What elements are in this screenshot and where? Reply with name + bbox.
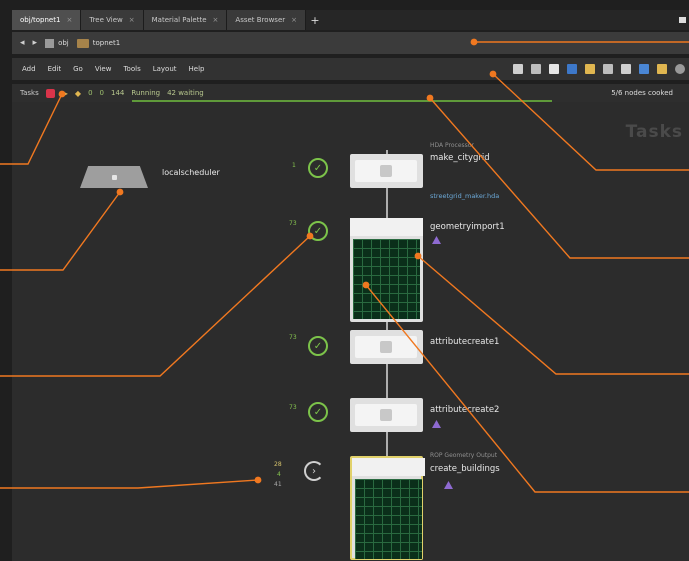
- tab-asset-browser[interactable]: Asset Browser ×: [227, 10, 307, 30]
- forward-arrow-icon[interactable]: ▸: [33, 38, 38, 48]
- count-c: 144: [111, 89, 125, 97]
- list-icon[interactable]: [531, 64, 541, 74]
- warning-icon[interactable]: [432, 236, 441, 244]
- note-icon[interactable]: [549, 64, 559, 74]
- node-name: geometryimport1: [430, 222, 505, 232]
- menu-item-view[interactable]: View: [95, 65, 112, 73]
- node-header: [350, 218, 423, 236]
- count-b: 0: [99, 89, 105, 97]
- tasks-label: Tasks: [20, 89, 39, 97]
- work-item-count: 73: [289, 334, 297, 341]
- geometry-preview: [353, 239, 420, 319]
- menu-item-go[interactable]: Go: [73, 65, 83, 73]
- tasks-bar: Tasks ▶ ◆ 0 0 144 Running 42 waiting 5/6…: [12, 84, 689, 102]
- tab-label: Asset Browser: [235, 16, 286, 24]
- scheduler-node[interactable]: [80, 166, 148, 188]
- menu-item-tools[interactable]: Tools: [123, 65, 140, 73]
- node-attributecreate1[interactable]: [350, 330, 423, 364]
- work-item-count-done: 4: [277, 471, 281, 478]
- tab-topnet[interactable]: obj/topnet1 ×: [12, 10, 82, 30]
- cook-complete-icon[interactable]: ✓: [308, 221, 328, 241]
- grid-icon[interactable]: [567, 64, 577, 74]
- scheduler-icon: [111, 174, 117, 180]
- work-item-count-waiting: 41: [274, 481, 282, 488]
- node-type-label: HDA Processor: [430, 142, 474, 149]
- tab-label: Material Palette: [151, 16, 207, 24]
- path-obj[interactable]: obj: [45, 38, 69, 48]
- pdg-network-editor: obj/topnet1 × Tree View × Material Palet…: [0, 0, 689, 561]
- node-make-citygrid[interactable]: [350, 154, 423, 188]
- tab-label: obj/topnet1: [20, 16, 61, 24]
- cook-complete-icon[interactable]: ✓: [308, 336, 328, 356]
- node-name: attributecreate2: [430, 405, 500, 415]
- cook-complete-icon[interactable]: ✓: [308, 402, 328, 422]
- dirty-button[interactable]: ◆: [75, 89, 81, 98]
- cook-output-button[interactable]: ▶: [62, 89, 68, 98]
- node-create-buildings[interactable]: [350, 456, 425, 560]
- warning-icon[interactable]: [444, 481, 453, 489]
- work-item-count: 73: [289, 404, 297, 411]
- menu-bar: Add Edit Go View Tools Layout Help: [12, 58, 689, 80]
- node-header: [352, 458, 425, 476]
- back-arrow-icon[interactable]: ◂: [20, 38, 25, 48]
- path-node-label: topnet1: [92, 39, 121, 47]
- work-item-count: 1: [292, 162, 296, 169]
- attribute-icon: [380, 409, 392, 421]
- search-icon[interactable]: [675, 64, 685, 74]
- menu-item-help[interactable]: Help: [189, 65, 205, 73]
- tab-tree-view[interactable]: Tree View ×: [81, 10, 144, 30]
- close-icon[interactable]: ×: [213, 16, 219, 24]
- image-icon[interactable]: [621, 64, 631, 74]
- node-name: create_buildings: [430, 464, 500, 474]
- node-geometryimport1[interactable]: [350, 218, 423, 322]
- tab-bar: obj/topnet1 × Tree View × Material Palet…: [12, 10, 689, 30]
- path-bar: ◂ ▸ obj topnet1: [12, 32, 689, 54]
- menu-item-add[interactable]: Add: [22, 65, 36, 73]
- close-icon[interactable]: ×: [66, 16, 72, 24]
- work-item-count: 73: [289, 220, 297, 227]
- object-icon: [45, 38, 55, 48]
- waiting-status: 42 waiting: [167, 89, 204, 97]
- hda-icon: [380, 165, 392, 177]
- network-toolbar: [513, 58, 689, 80]
- node-name: attributecreate1: [430, 337, 500, 347]
- path-topnet[interactable]: topnet1: [76, 38, 121, 48]
- tab-material-palette[interactable]: Material Palette ×: [143, 10, 228, 30]
- scheduler-label: localscheduler: [162, 168, 220, 177]
- tab-label: Tree View: [89, 16, 123, 24]
- menu-item-edit[interactable]: Edit: [48, 65, 62, 73]
- tools-icon[interactable]: [513, 64, 523, 74]
- close-icon[interactable]: ×: [129, 16, 135, 24]
- topnet-icon: [76, 38, 89, 48]
- node-type-label: ROP Geometry Output: [430, 452, 498, 459]
- menu-item-layout[interactable]: Layout: [153, 65, 177, 73]
- count-a: 0: [88, 89, 93, 97]
- tasks-watermark: Tasks: [625, 122, 683, 142]
- node-attributecreate2[interactable]: [350, 398, 423, 432]
- close-icon[interactable]: ×: [291, 16, 297, 24]
- stop-cook-button[interactable]: [45, 88, 55, 98]
- badge-icon[interactable]: [657, 64, 667, 74]
- work-item-count-running: 28: [274, 461, 282, 468]
- pane-icon: [678, 17, 686, 23]
- path-obj-label: obj: [58, 39, 69, 47]
- running-status: Running: [131, 89, 161, 97]
- add-tab-button[interactable]: +: [306, 10, 324, 30]
- sticky-icon[interactable]: [639, 64, 649, 74]
- nodes-cooked-status: 5/6 nodes cooked: [611, 89, 673, 97]
- network-view[interactable]: Tasks localscheduler 1 ✓ HDA Processor m…: [12, 102, 689, 561]
- palette-icon[interactable]: [585, 64, 595, 74]
- pane-menu-button[interactable]: [675, 10, 689, 30]
- cooking-spinner-icon[interactable]: ›: [304, 461, 324, 481]
- layout-icon[interactable]: [603, 64, 613, 74]
- cook-complete-icon[interactable]: ✓: [308, 158, 328, 178]
- geometry-preview: [355, 479, 422, 559]
- attribute-icon: [380, 341, 392, 353]
- node-name: make_citygrid: [430, 153, 490, 163]
- node-hda-link[interactable]: streetgrid_maker.hda: [430, 192, 499, 200]
- warning-icon[interactable]: [432, 420, 441, 428]
